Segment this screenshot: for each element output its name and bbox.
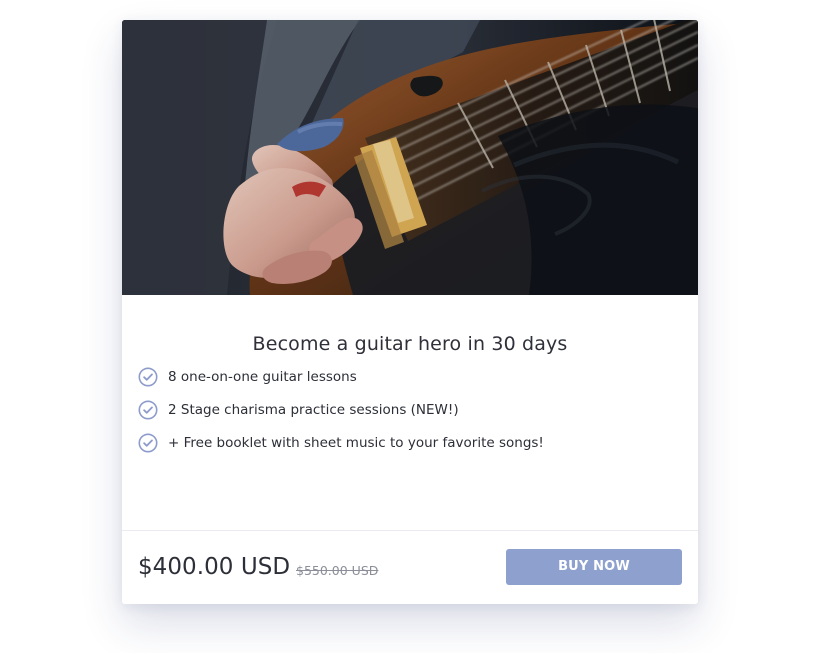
card-content: Become a guitar hero in 30 days 8 one-on…	[122, 295, 698, 531]
current-price: $400.00 USD	[138, 554, 291, 580]
feature-text: 2 Stage charisma practice sessions (NEW!…	[168, 401, 459, 418]
check-circle-icon	[138, 367, 158, 387]
feature-text: 8 one-on-one guitar lessons	[168, 368, 357, 385]
guitar-illustration	[122, 20, 698, 295]
guitar-hero-image	[122, 20, 698, 295]
original-price: $550.00 USD	[296, 563, 379, 578]
buy-now-button[interactable]: BUY NOW	[506, 549, 682, 585]
feature-text: + Free booklet with sheet music to your …	[168, 434, 544, 451]
product-title: Become a guitar hero in 30 days	[252, 332, 568, 355]
feature-list: 8 one-on-one guitar lessons 2 Stage char…	[138, 360, 658, 459]
check-circle-icon	[138, 400, 158, 420]
pricing-footer: $400.00 USD $550.00 USD BUY NOW	[122, 531, 698, 604]
feature-item-lessons: 8 one-on-one guitar lessons	[138, 360, 658, 393]
check-circle-icon	[138, 433, 158, 453]
product-card: Become a guitar hero in 30 days 8 one-on…	[122, 20, 698, 604]
feature-item-booklet: + Free booklet with sheet music to your …	[138, 426, 658, 459]
feature-item-practice-sessions: 2 Stage charisma practice sessions (NEW!…	[138, 393, 658, 426]
page-stage: Become a guitar hero in 30 days 8 one-on…	[0, 0, 820, 653]
